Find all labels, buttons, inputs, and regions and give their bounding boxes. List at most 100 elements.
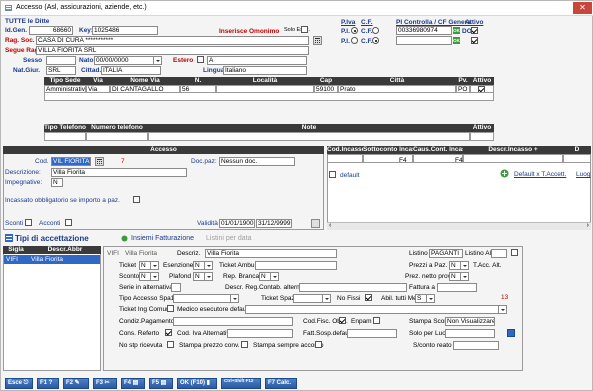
idgen-field[interactable]: 68660 <box>29 26 73 35</box>
key-field[interactable]: 1025486 <box>92 26 158 35</box>
incasso-scrollbar[interactable]: ‹ › <box>327 222 591 230</box>
default-checkbox[interactable] <box>329 171 336 178</box>
addr-localita[interactable] <box>216 85 314 93</box>
attivo-cf-checkbox[interactable] <box>471 37 478 44</box>
serie-field[interactable] <box>171 283 181 292</box>
impegnative-field[interactable]: N <box>51 178 63 187</box>
phone-tipo-cell[interactable] <box>44 132 86 141</box>
acconti-checkbox[interactable] <box>65 219 72 226</box>
f7-calc-button[interactable]: F7 Calc. <box>265 378 297 389</box>
tab-insiemi-fatturazione[interactable]: Insiemi Fatturazione <box>131 235 194 242</box>
list-descr[interactable]: Villa Fiorita <box>31 256 63 263</box>
sesso-field[interactable] <box>46 56 76 65</box>
prezneto-field[interactable]: N <box>449 272 461 281</box>
add-icon[interactable] <box>500 169 509 178</box>
validita-to-field[interactable]: 31/12/9999 <box>256 219 292 228</box>
ticket-dropdown-icon[interactable] <box>151 261 159 270</box>
default-tacc-button[interactable]: Default x T.Accett. <box>514 171 566 178</box>
addr-tipo-sede[interactable]: Amministrativa <box>44 85 86 93</box>
addr-empty-row[interactable] <box>44 93 494 101</box>
grid-icon[interactable] <box>311 219 320 228</box>
consref-checkbox[interactable] <box>165 329 172 336</box>
abil-field[interactable]: S <box>415 294 427 303</box>
scroll-left-icon[interactable]: ‹ <box>329 222 331 229</box>
listino-alt-field[interactable] <box>491 249 507 258</box>
addr-cap[interactable]: 59100 <box>314 85 338 93</box>
repbranca-dropdown-icon[interactable] <box>271 272 279 281</box>
stsempre-checkbox[interactable] <box>315 341 322 348</box>
pi-radio[interactable] <box>351 27 358 34</box>
cod-calculator-icon[interactable] <box>95 157 104 166</box>
ticket-field[interactable]: N <box>139 261 151 270</box>
f1-help-button[interactable]: F1 ? <box>37 378 59 389</box>
ragsoc-field[interactable]: CASA DI CURA *********** <box>36 36 309 45</box>
piva-field[interactable]: 00336980974 <box>396 26 452 35</box>
ok-icon[interactable]: OK <box>453 27 460 34</box>
esenzione-dropdown-icon[interactable] <box>205 261 213 270</box>
solo-esist-checkbox[interactable] <box>301 26 308 33</box>
f4a-label[interactable]: F4 <box>399 157 407 164</box>
luogo-link[interactable]: Luog <box>576 171 590 178</box>
docpaz-field[interactable]: Nessun doc. <box>219 157 295 166</box>
ticketspa2-field[interactable] <box>293 294 323 303</box>
incasso-descr-cell[interactable] <box>463 154 563 163</box>
enpam-checkbox[interactable] <box>373 317 380 324</box>
incasso-d-cell[interactable] <box>563 154 591 163</box>
codiva-field[interactable] <box>227 329 293 338</box>
omonimo-label[interactable]: Inserisce Omonimo <box>219 28 279 35</box>
ctrl-shift-f12-button[interactable]: Ctrl+Shift F12 <box>221 378 261 389</box>
addr-citta[interactable]: Prato <box>338 85 456 93</box>
condpag-field[interactable] <box>173 317 293 326</box>
descrizione-field[interactable]: Villa Fiorita <box>51 168 187 177</box>
addr-attivo-checkbox[interactable] <box>478 86 485 92</box>
estero-field[interactable]: A <box>207 56 307 65</box>
prezzi-field[interactable]: N <box>449 261 461 270</box>
medico-dropdown-icon[interactable] <box>499 305 507 314</box>
calculator-icon[interactable] <box>313 36 322 45</box>
cf-field[interactable] <box>396 36 452 45</box>
list-sigla[interactable]: VIFI <box>6 256 18 263</box>
medico-field[interactable] <box>245 305 499 314</box>
f4-button[interactable]: F4 ▤ <box>121 378 145 389</box>
phone-attivo-cell[interactable] <box>470 132 494 141</box>
f5-button[interactable]: F5 ▤ <box>149 378 173 389</box>
phone-numero-cell[interactable] <box>86 132 148 141</box>
plafond-field[interactable]: N <box>193 272 205 281</box>
descreg-field[interactable] <box>299 283 407 292</box>
natgiur-field[interactable]: SRL <box>46 66 76 75</box>
phone-note-cell[interactable] <box>148 132 470 141</box>
tab-listini-per-data[interactable]: Listini per data <box>206 235 252 242</box>
attivo-piva-checkbox[interactable] <box>471 27 478 34</box>
solo-field[interactable] <box>445 329 495 338</box>
cittad-field[interactable]: ITALIA <box>101 66 161 75</box>
lingua-field[interactable]: Italiano <box>223 66 307 75</box>
close-button[interactable]: ✕ <box>573 2 592 14</box>
sconti-checkbox[interactable] <box>25 219 32 226</box>
stampa-field[interactable]: Non Visualizzare <box>445 317 495 326</box>
cod-field[interactable]: VIL FIORITA <box>51 157 91 166</box>
descr-field[interactable]: Villa Fiorita <box>205 249 337 258</box>
codfisc-checkbox[interactable] <box>339 317 346 324</box>
incasso-cod-cell[interactable] <box>327 154 363 163</box>
tab-tipi-accettazione[interactable]: Tipi di accettazione <box>15 234 89 243</box>
tipoacc-field[interactable] <box>173 294 231 303</box>
listino-alt-checkbox[interactable] <box>511 249 518 256</box>
ticketambu-field[interactable] <box>255 261 337 270</box>
nostp-checkbox[interactable] <box>167 341 174 348</box>
f4b-label[interactable]: F4 <box>455 157 463 164</box>
fattura-field[interactable] <box>437 283 477 292</box>
f3-button[interactable]: F3 ✂ <box>93 378 117 389</box>
f2-button[interactable]: F2 ✎ <box>63 378 89 389</box>
ok2-icon[interactable]: OK <box>453 37 460 44</box>
nato-field[interactable]: 00/00/0000 <box>94 56 154 65</box>
repbranca-field[interactable]: N <box>259 272 271 281</box>
stprezzo-checkbox[interactable] <box>241 341 248 348</box>
solo-color-button[interactable] <box>507 329 515 337</box>
prezzi-dropdown-icon[interactable] <box>461 261 469 270</box>
nofissi-checkbox[interactable] <box>365 294 372 301</box>
sconto-reato-field[interactable] <box>453 341 499 350</box>
sconto-dropdown-icon[interactable] <box>151 272 159 281</box>
cf-radio[interactable] <box>372 27 379 34</box>
nato-dropdown-icon[interactable] <box>154 56 162 65</box>
ok-f10-button[interactable]: OK (F10) ▮ <box>177 378 217 389</box>
